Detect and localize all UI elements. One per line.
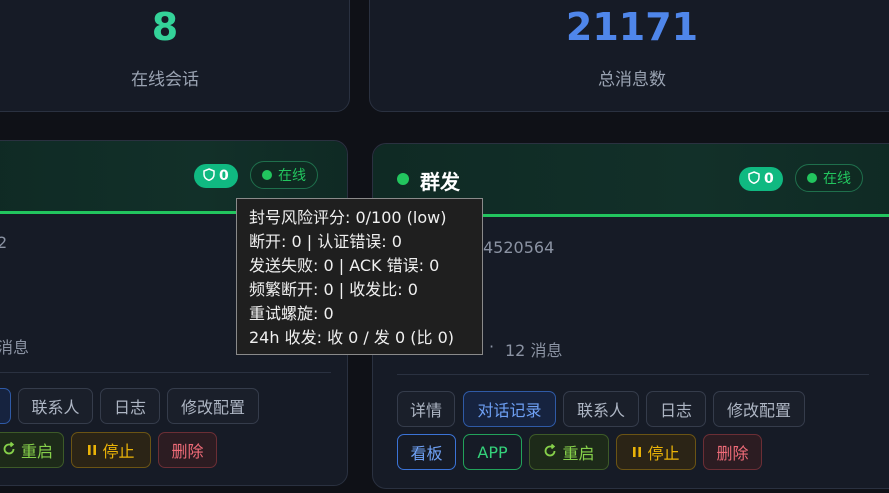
stop-label: 停止 [102, 442, 135, 461]
edit-config-button[interactable]: 修改配置 [713, 391, 805, 427]
info-separator: · [489, 337, 495, 356]
contacts-button[interactable]: 联系人 [563, 391, 639, 427]
pause-icon [632, 443, 642, 462]
shield-icon [203, 167, 215, 185]
tooltip-risk-score: 封号风险评分: 0/100 (low) [249, 208, 447, 227]
stat-value: 21171 [565, 5, 699, 49]
restart-button[interactable]: 重启 [0, 432, 64, 468]
stat-card-total-messages: 21171 总消息数 [369, 0, 889, 112]
restart-label: 重启 [20, 442, 53, 461]
stat-card-online-sessions: 8 在线会话 [0, 0, 350, 112]
restart-button[interactable]: 重启 [529, 434, 609, 470]
chat-log-button[interactable]: 对话记录 [463, 391, 556, 427]
status-text: 在线 [823, 171, 851, 187]
tooltip-disconnects: 断开: 0 | 认证错误: 0 [249, 232, 402, 251]
stat-label: 在线会话 [131, 70, 199, 90]
status-badge: 在线 [795, 164, 863, 192]
divider [397, 374, 869, 375]
status-dot-icon [397, 173, 409, 185]
risk-shield-badge[interactable]: 0 [739, 167, 783, 191]
divider [0, 372, 331, 373]
chat-log-button[interactable] [0, 388, 11, 424]
app-button[interactable]: APP [463, 434, 522, 470]
stop-label: 停止 [647, 444, 680, 463]
shield-count: 0 [219, 168, 229, 184]
edit-config-button[interactable]: 修改配置 [167, 388, 259, 424]
delete-button[interactable]: 删除 [158, 432, 217, 468]
details-button[interactable]: 详情 [397, 391, 455, 427]
status-dot-icon [807, 173, 817, 183]
logs-button[interactable]: 日志 [646, 391, 706, 427]
pause-icon [87, 441, 97, 460]
status-badge: 在线 [250, 161, 318, 189]
risk-shield-badge[interactable]: 0 [194, 164, 238, 188]
bot-id: 4520564 [483, 238, 555, 257]
restart-icon [2, 441, 16, 460]
message-count: 12 消息 [505, 341, 563, 360]
tooltip-frequent-disconnects: 频繁断开: 0 | 收发比: 0 [249, 280, 418, 299]
logs-button[interactable]: 日志 [100, 388, 160, 424]
restart-label: 重启 [562, 444, 595, 463]
dashboard-button[interactable]: 看板 [397, 434, 456, 470]
tooltip-send-failures: 发送失败: 0 | ACK 错误: 0 [249, 256, 440, 275]
tooltip-retry-spiral: 重试螺旋: 0 [249, 304, 334, 323]
risk-tooltip: 封号风险评分: 0/100 (low) 断开: 0 | 认证错误: 0 发送失败… [236, 198, 483, 355]
bot-id-partial: 2 [0, 233, 8, 252]
status-text: 在线 [278, 168, 306, 184]
delete-button[interactable]: 删除 [703, 434, 762, 470]
message-count-partial: 消息 [0, 338, 30, 357]
tooltip-24h-traffic: 24h 收发: 收 0 / 发 0 (比 0) [249, 328, 454, 347]
bot-name: 群发 [420, 170, 460, 194]
stat-value: 8 [151, 5, 179, 49]
stop-button[interactable]: 停止 [616, 434, 696, 470]
contacts-button[interactable]: 联系人 [18, 388, 93, 424]
stat-label: 总消息数 [598, 70, 666, 90]
shield-icon [748, 170, 760, 188]
status-dot-icon [262, 170, 272, 180]
restart-icon [543, 443, 557, 462]
stop-button[interactable]: 停止 [71, 432, 151, 468]
shield-count: 0 [764, 171, 774, 187]
